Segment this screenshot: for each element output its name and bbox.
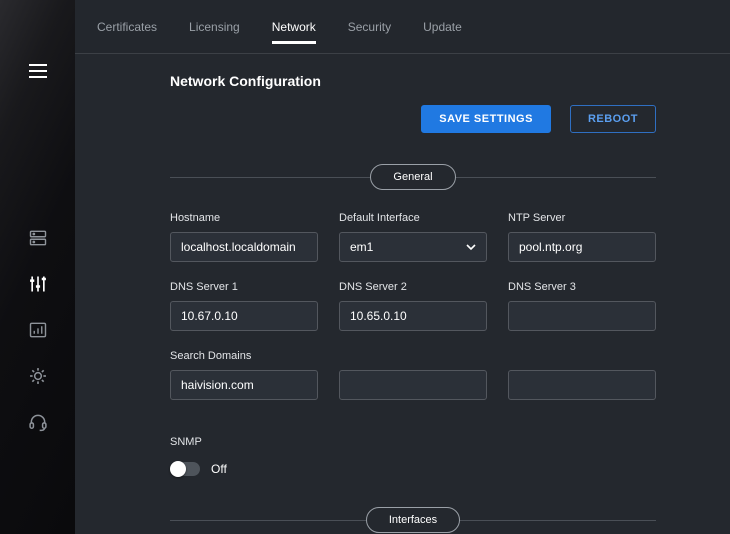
- ntp-server-label: NTP Server: [508, 212, 656, 225]
- snmp-label: SNMP: [170, 436, 656, 449]
- reboot-button[interactable]: REBOOT: [570, 105, 656, 133]
- default-interface-select[interactable]: em1: [339, 232, 487, 262]
- hostname-field: Hostname: [170, 212, 318, 262]
- search-domains-input[interactable]: [170, 370, 318, 400]
- tab-security[interactable]: Security: [348, 20, 391, 34]
- tab-licensing[interactable]: Licensing: [189, 20, 240, 34]
- tab-update[interactable]: Update: [423, 20, 462, 34]
- save-settings-button[interactable]: SAVE SETTINGS: [421, 105, 551, 133]
- snmp-section: SNMP Off: [170, 436, 656, 476]
- hostname-input[interactable]: [170, 232, 318, 262]
- search-domains-extra-2-input[interactable]: [508, 370, 656, 400]
- ntp-server-field: NTP Server: [508, 212, 656, 262]
- default-interface-label: Default Interface: [339, 212, 487, 225]
- default-interface-field: Default Interface em1: [339, 212, 487, 262]
- dns-server-3-input[interactable]: [508, 301, 656, 331]
- snmp-toggle-knob: [170, 461, 186, 477]
- interfaces-section-pill[interactable]: Interfaces: [366, 507, 460, 533]
- network-configuration-section: Network Configuration SAVE SETTINGS REBO…: [170, 54, 656, 534]
- tabbar: Certificates Licensing Network Security …: [75, 0, 730, 54]
- action-buttons: SAVE SETTINGS REBOOT: [170, 105, 656, 133]
- dns-server-1-label: DNS Server 1: [170, 281, 318, 294]
- menu-icon[interactable]: [28, 64, 48, 82]
- dns-server-1-input[interactable]: [170, 301, 318, 331]
- dns-server-2-field: DNS Server 2: [339, 281, 487, 331]
- main-panel: Certificates Licensing Network Security …: [75, 0, 730, 534]
- tab-certificates[interactable]: Certificates: [97, 20, 157, 34]
- search-domains-extra-1-field: [339, 350, 487, 400]
- sidebar: [0, 0, 75, 534]
- search-domains-extra-1-input[interactable]: [339, 370, 487, 400]
- servers-icon[interactable]: [28, 228, 48, 248]
- general-section-pill[interactable]: General: [370, 164, 455, 190]
- tab-network[interactable]: Network: [272, 20, 316, 34]
- search-domains-label: Search Domains: [170, 350, 318, 363]
- search-domains-extra-1-label: [339, 350, 487, 363]
- default-interface-value: em1: [350, 240, 373, 254]
- dns-server-3-field: DNS Server 3: [508, 281, 656, 331]
- snmp-toggle[interactable]: [170, 462, 200, 476]
- general-section-divider: General: [170, 163, 656, 190]
- general-form: Hostname Default Interface em1 NTP Serve…: [170, 212, 656, 400]
- dns-server-2-input[interactable]: [339, 301, 487, 331]
- dns-server-1-field: DNS Server 1: [170, 281, 318, 331]
- gear-icon[interactable]: [28, 366, 48, 386]
- sidebar-nav: [0, 228, 75, 432]
- dns-server-3-label: DNS Server 3: [508, 281, 656, 294]
- search-domains-field: Search Domains: [170, 350, 318, 400]
- chevron-down-icon: [466, 242, 476, 252]
- reports-chart-icon[interactable]: [28, 320, 48, 340]
- snmp-toggle-row: Off: [170, 462, 656, 476]
- search-domains-extra-2-field: [508, 350, 656, 400]
- support-headset-icon[interactable]: [28, 412, 48, 432]
- hostname-label: Hostname: [170, 212, 318, 225]
- snmp-toggle-state: Off: [211, 462, 227, 476]
- dns-server-2-label: DNS Server 2: [339, 281, 487, 294]
- page-title: Network Configuration: [170, 73, 656, 89]
- ntp-server-input[interactable]: [508, 232, 656, 262]
- settings-sliders-icon[interactable]: [28, 274, 48, 294]
- search-domains-extra-2-label: [508, 350, 656, 363]
- interfaces-section-divider: Interfaces: [170, 506, 656, 533]
